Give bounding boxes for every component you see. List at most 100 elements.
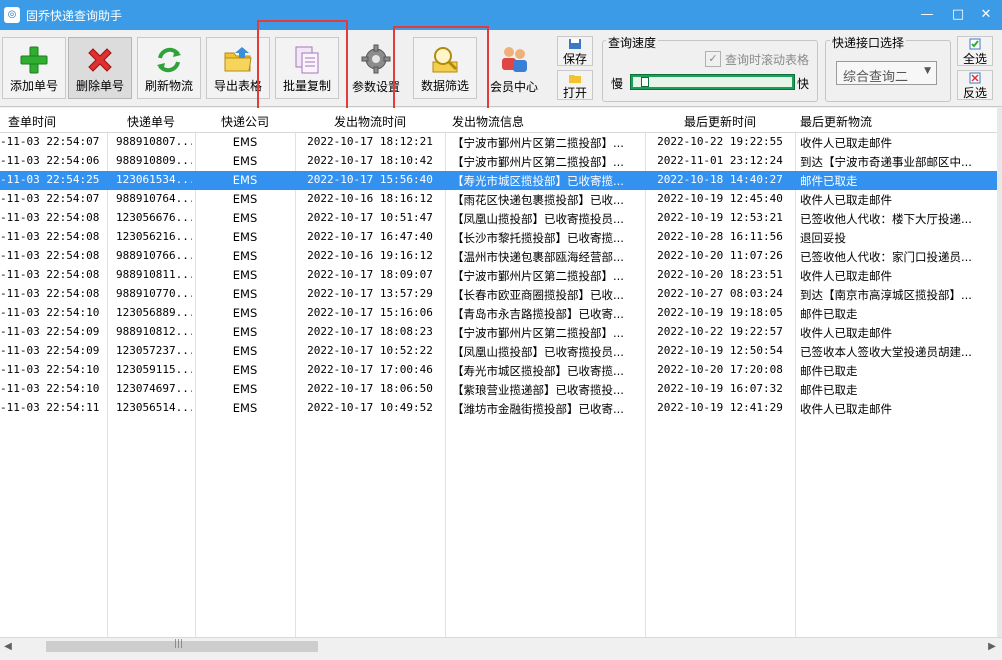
table-cell: 2022-10-19 12:41:29: [657, 401, 783, 414]
table-cell: 2022-10-19 19:18:05: [657, 306, 783, 319]
table-cell: 2022-10-17 18:08:23: [307, 325, 433, 338]
table-cell: 【宁波市鄞州片区第二揽投部】...: [452, 136, 624, 150]
table-cell: 2022-10-17 13:57:29: [307, 287, 433, 300]
copy-icon: [295, 46, 319, 74]
table-row[interactable]: -11-03 22:54:25 123061534... EMS 2022-10-17…: [0, 171, 997, 190]
table-cell: EMS: [232, 306, 258, 320]
table-cell: 2022-10-17 10:52:22: [307, 344, 433, 357]
table-cell: -11-03 22:54:11: [0, 401, 100, 414]
table-cell: EMS: [232, 363, 258, 377]
table-cell: 【凤凰山揽投部】已收寄揽投员...: [452, 212, 624, 226]
table-cell: 123061534...: [116, 173, 192, 186]
column-header[interactable]: 查单时间: [0, 113, 64, 130]
table-row[interactable]: -11-03 22:54:07 988910764... EMS 2022-10-16…: [0, 190, 997, 209]
table-row[interactable]: -11-03 22:54:09 988910812... EMS 2022-10-17…: [0, 323, 997, 342]
open-folder-icon: [569, 75, 581, 83]
table-cell: -11-03 22:54:07: [0, 135, 100, 148]
table-cell: 到达【南京市高淳城区揽投部】...: [800, 288, 972, 302]
column-header[interactable]: 快递单号: [107, 113, 195, 130]
table-cell: 2022-10-16 18:16:12: [307, 192, 433, 205]
table-cell: 988910811...: [116, 268, 192, 281]
table-cell: -11-03 22:54:08: [0, 211, 100, 224]
table-cell: 2022-10-17 15:16:06: [307, 306, 433, 319]
table-row[interactable]: -11-03 22:54:08 123056676... EMS 2022-10-17…: [0, 209, 997, 228]
member-center-label: 会员中心: [489, 80, 538, 94]
parameter-settings-button[interactable]: 参数设置: [344, 37, 408, 99]
horizontal-scrollbar[interactable]: ◀ ||| ▶: [0, 637, 1002, 655]
table-row[interactable]: -11-03 22:54:08 123056216... EMS 2022-10-17…: [0, 228, 997, 247]
api-select-title: 快递接口选择: [830, 34, 907, 51]
table-cell: EMS: [232, 249, 258, 263]
table-cell: -11-03 22:54:10: [0, 382, 100, 395]
table-cell: 2022-10-17 15:56:40: [307, 173, 433, 186]
table-row[interactable]: -11-03 22:54:08 988910766... EMS 2022-10-16…: [0, 247, 997, 266]
table-row[interactable]: -11-03 22:54:07 988910807... EMS 2022-10-17…: [0, 133, 997, 152]
table-cell: 123056889...: [116, 306, 192, 319]
table-row[interactable]: -11-03 22:54:11 123056514... EMS 2022-10-17…: [0, 399, 997, 418]
select-all-button[interactable]: 全选: [957, 36, 993, 66]
table-row[interactable]: -11-03 22:54:08 988910770... EMS 2022-10-17…: [0, 285, 997, 304]
table-cell: 已签收本人签收大堂投递员胡建...: [800, 345, 972, 359]
table-cell: EMS: [232, 154, 258, 168]
horizontal-scroll-thumb[interactable]: |||: [46, 639, 318, 652]
status-strip: [0, 654, 1002, 660]
table-cell: 988910812...: [116, 325, 192, 338]
table-row[interactable]: -11-03 22:54:09 123057237... EMS 2022-10-17…: [0, 342, 997, 361]
minimize-button[interactable]: —: [916, 4, 938, 26]
table-cell: 2022-11-01 23:12:24: [657, 154, 783, 167]
table-cell: 收件人已取走邮件: [800, 402, 892, 416]
table-cell: -11-03 22:54:08: [0, 230, 100, 243]
scroll-table-checkbox[interactable]: ✓: [705, 51, 721, 67]
table-cell: -11-03 22:54:10: [0, 306, 100, 319]
column-header[interactable]: 发出物流信息: [452, 113, 524, 130]
refresh-logistics-button[interactable]: 刷新物流: [137, 37, 201, 99]
open-button[interactable]: 打开: [557, 70, 593, 100]
table-row[interactable]: -11-03 22:54:10 123074697... EMS 2022-10-17…: [0, 380, 997, 399]
speed-slider-track[interactable]: [630, 74, 795, 90]
magnifier-filter-icon: [432, 47, 458, 73]
batch-copy-button[interactable]: 批量复制: [275, 37, 339, 99]
delete-tracking-button[interactable]: 删除单号: [68, 37, 132, 99]
delete-tracking-label: 删除单号: [75, 79, 124, 93]
speed-slider-thumb[interactable]: [641, 77, 649, 87]
close-button[interactable]: ✕: [975, 4, 997, 26]
table-cell: 【寿光市城区揽投部】已收寄揽...: [452, 174, 624, 188]
table-cell: 988910809...: [116, 154, 192, 167]
select-all-label: 全选: [962, 52, 987, 66]
maximize-button[interactable]: □: [947, 4, 969, 26]
member-center-button[interactable]: 会员中心: [482, 37, 546, 99]
table-cell: 123074697...: [116, 382, 192, 395]
scroll-right-arrow-icon[interactable]: ▶: [985, 640, 999, 653]
api-select-dropdown[interactable]: 综合查询二 ▼: [836, 61, 937, 85]
export-table-button[interactable]: 导出表格: [206, 37, 270, 99]
table-cell: 收件人已取走邮件: [800, 193, 892, 207]
table-cell: 123056676...: [116, 211, 192, 224]
refresh-logistics-label: 刷新物流: [144, 79, 193, 93]
table-row[interactable]: -11-03 22:54:06 988910809... EMS 2022-10-17…: [0, 152, 997, 171]
batch-copy-label: 批量复制: [282, 79, 331, 93]
add-tracking-button[interactable]: 添加单号: [2, 37, 66, 99]
table-cell: 【长春市欧亚商圈揽投部】已收...: [452, 288, 624, 302]
data-filter-label: 数据筛选: [420, 79, 469, 93]
table-row[interactable]: -11-03 22:54:10 123059115... EMS 2022-10-17…: [0, 361, 997, 380]
column-header[interactable]: 快递公司: [195, 113, 295, 130]
table-cell: 123056216...: [116, 230, 192, 243]
save-button[interactable]: 保存: [557, 36, 593, 66]
column-header[interactable]: 最后更新时间: [645, 113, 795, 130]
table-row[interactable]: -11-03 22:54:08 988910811... EMS 2022-10-17…: [0, 266, 997, 285]
table-cell: -11-03 22:54:09: [0, 325, 100, 338]
vertical-scrollbar[interactable]: [997, 108, 1002, 637]
query-speed-title: 查询速度: [606, 34, 659, 51]
table-cell: 2022-10-22 19:22:55: [657, 135, 783, 148]
table-row[interactable]: -11-03 22:54:10 123056889... EMS 2022-10-17…: [0, 304, 997, 323]
invert-selection-button[interactable]: 反选: [957, 70, 993, 100]
table-cell: 2022-10-16 19:16:12: [307, 249, 433, 262]
table-cell: 收件人已取走邮件: [800, 136, 892, 150]
table-cell: EMS: [232, 401, 258, 415]
table-cell: 2022-10-17 16:47:40: [307, 230, 433, 243]
column-header[interactable]: 发出物流时间: [295, 113, 445, 130]
table-cell: 邮件已取走: [800, 364, 858, 378]
scroll-left-arrow-icon[interactable]: ◀: [1, 640, 15, 653]
column-header[interactable]: 最后更新物流: [800, 113, 872, 130]
data-filter-button[interactable]: 数据筛选: [413, 37, 477, 99]
